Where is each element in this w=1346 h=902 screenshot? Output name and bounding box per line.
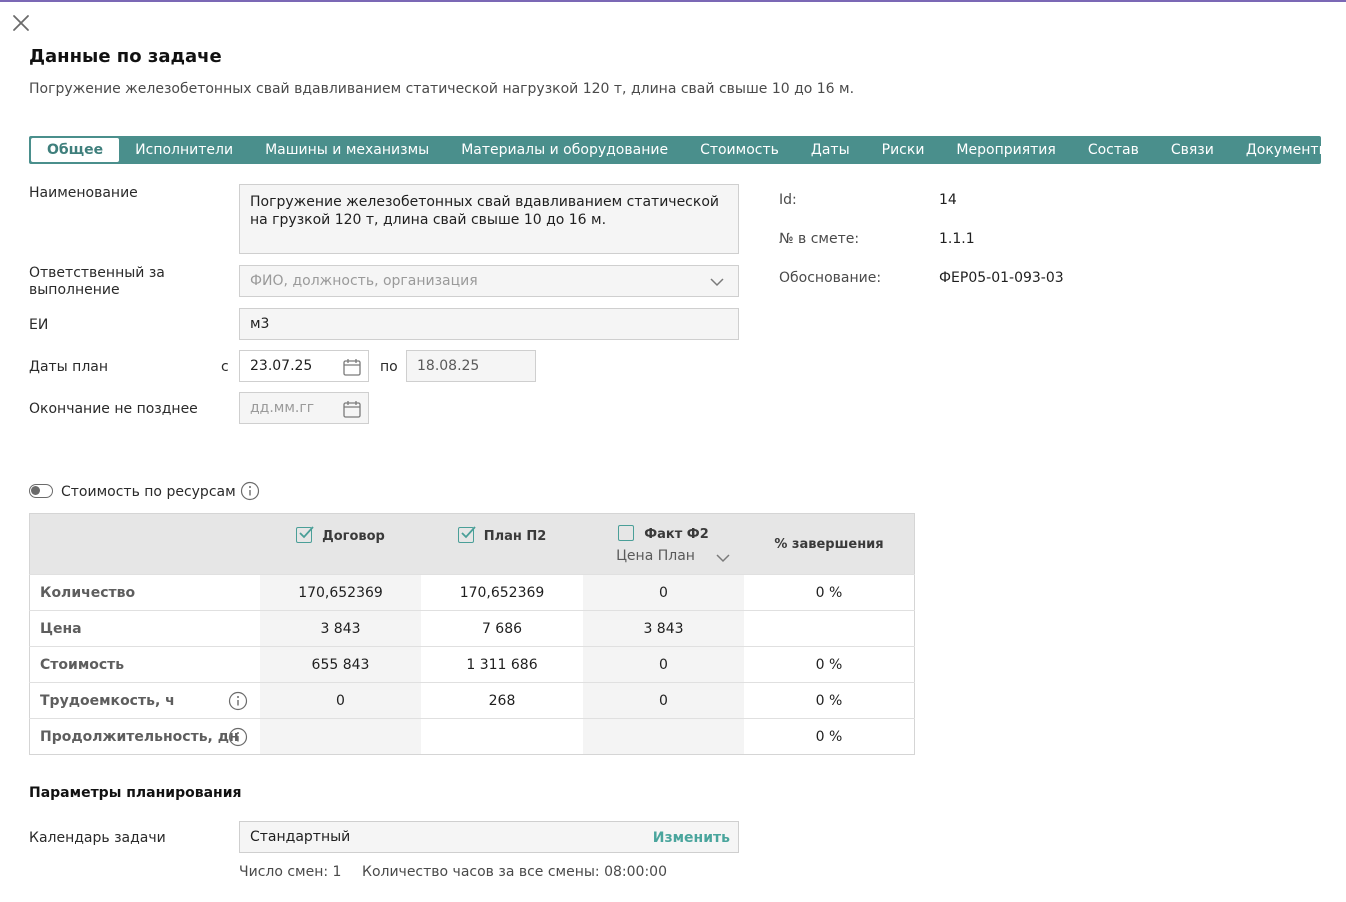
calendar-icon[interactable] bbox=[342, 399, 362, 423]
contract-header[interactable]: Договор bbox=[260, 513, 421, 575]
info-icon[interactable] bbox=[228, 691, 248, 715]
date-from-input[interactable]: 23.07.25 bbox=[239, 350, 369, 382]
estimate-number-label: № в смете: bbox=[779, 231, 860, 247]
tab-machines[interactable]: Машины и механизмы bbox=[249, 136, 445, 164]
price-select[interactable]: Цена План bbox=[583, 548, 744, 564]
tab-dates[interactable]: Даты bbox=[795, 136, 866, 164]
unit-value: м3 bbox=[250, 316, 270, 332]
table-row: Стоимость 655 843 1 311 686 0 0 % bbox=[29, 646, 915, 683]
table-row: Количество 170,652369 170,652369 0 0 % bbox=[29, 574, 915, 611]
cost-by-resources-toggle[interactable] bbox=[29, 484, 53, 498]
contract-checkbox[interactable] bbox=[296, 525, 314, 543]
table-row: Трудоемкость, ч 0 268 0 0 % bbox=[29, 682, 915, 719]
page-title: Данные по задаче bbox=[29, 46, 222, 67]
calendar-label: Календарь задачи bbox=[29, 830, 166, 846]
fact-checkbox[interactable] bbox=[618, 524, 635, 541]
date-from-value: 23.07.25 bbox=[250, 358, 313, 374]
tab-bar: Общее Исполнители Машины и механизмы Мат… bbox=[29, 136, 1330, 164]
info-icon[interactable] bbox=[240, 481, 260, 505]
tab-documents[interactable]: Документы bbox=[1230, 136, 1346, 164]
tab-materials[interactable]: Материалы и оборудование bbox=[445, 136, 684, 164]
tab-general[interactable]: Общее bbox=[31, 138, 120, 162]
chevron-down-icon bbox=[710, 275, 724, 291]
name-value: Погружение железобетонных свай вдавливан… bbox=[250, 194, 719, 228]
deadline-label: Окончание не позднее bbox=[29, 401, 198, 417]
tab-links[interactable]: Связи bbox=[1155, 136, 1230, 164]
completion-header: % завершения bbox=[744, 513, 915, 575]
fact-header[interactable]: Факт Ф2 Цена План bbox=[583, 513, 744, 575]
date-from-label: с bbox=[221, 359, 229, 375]
deadline-placeholder: дд.мм.гг bbox=[250, 400, 315, 416]
calendar-icon[interactable] bbox=[342, 357, 362, 381]
unit-label: ЕИ bbox=[29, 317, 49, 333]
unit-input[interactable]: м3 bbox=[239, 308, 739, 340]
tab-cost[interactable]: Стоимость bbox=[684, 136, 795, 164]
table-row: Цена 3 843 7 686 3 843 bbox=[29, 610, 915, 647]
planning-section-title: Параметры планирования bbox=[29, 785, 242, 801]
tab-measures[interactable]: Мероприятия bbox=[940, 136, 1071, 164]
calendar-field: Стандартный Изменить bbox=[239, 821, 739, 853]
info-icon[interactable] bbox=[228, 727, 248, 751]
top-accent-line bbox=[0, 0, 1346, 2]
id-value: 14 bbox=[939, 192, 957, 208]
date-to-value: 18.08.25 bbox=[417, 358, 480, 374]
page-subtitle: Погружение железобетонных свай вдавливан… bbox=[29, 81, 855, 97]
name-label: Наименование bbox=[29, 185, 138, 201]
responsible-select[interactable]: ФИО, должность, организация bbox=[239, 265, 739, 297]
responsible-placeholder: ФИО, должность, организация bbox=[250, 273, 478, 289]
cost-by-resources-label: Стоимость по ресурсам bbox=[61, 484, 236, 500]
tab-executors[interactable]: Исполнители bbox=[119, 136, 249, 164]
basis-value: ФЕР05-01-093-03 bbox=[939, 270, 1064, 286]
change-calendar-button[interactable]: Изменить bbox=[653, 822, 730, 854]
responsible-label: Ответственный за выполнение bbox=[29, 265, 165, 298]
name-textarea[interactable]: Погружение железобетонных свай вдавливан… bbox=[239, 184, 739, 254]
chevron-down-icon bbox=[716, 551, 730, 567]
close-icon[interactable] bbox=[11, 13, 31, 33]
id-label: Id: bbox=[779, 192, 797, 208]
deadline-input[interactable]: дд.мм.гг bbox=[239, 392, 369, 424]
tab-composition[interactable]: Состав bbox=[1072, 136, 1155, 164]
date-to-label: по bbox=[380, 359, 398, 375]
basis-label: Обоснование: bbox=[779, 270, 882, 286]
table-row: Продолжительность, дн 0 % bbox=[29, 718, 915, 755]
plan-header[interactable]: План П2 bbox=[421, 513, 583, 575]
dates-plan-label: Даты план bbox=[29, 359, 109, 375]
tab-risks[interactable]: Риски bbox=[866, 136, 941, 164]
shift-hours: Количество часов за все смены: 08:00:00 bbox=[362, 864, 667, 880]
date-to-input[interactable]: 18.08.25 bbox=[406, 350, 536, 382]
cost-table: Договор План П2 Факт Ф2 Цена План % заве… bbox=[29, 513, 915, 755]
shifts-count: Число смен: 1 bbox=[239, 864, 342, 880]
calendar-value: Стандартный bbox=[250, 829, 351, 845]
plan-checkbox[interactable] bbox=[457, 525, 476, 543]
estimate-number-value: 1.1.1 bbox=[939, 231, 975, 247]
